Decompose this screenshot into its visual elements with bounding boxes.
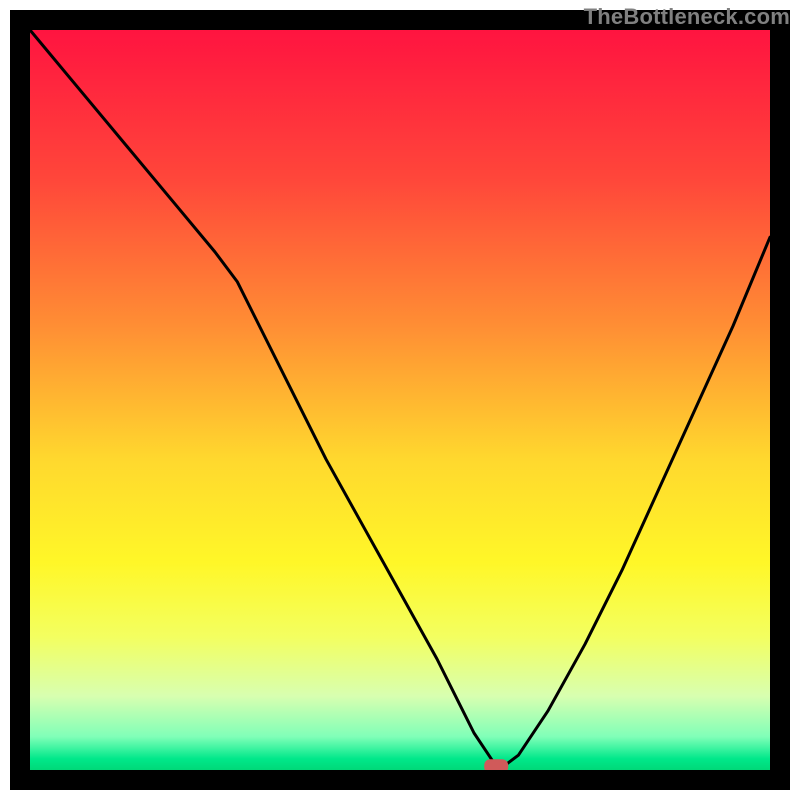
watermark-text: TheBottleneck.com — [584, 4, 790, 30]
plot-background — [30, 30, 770, 770]
bottleneck-chart: TheBottleneck.com — [0, 0, 800, 800]
chart-svg — [0, 0, 800, 800]
